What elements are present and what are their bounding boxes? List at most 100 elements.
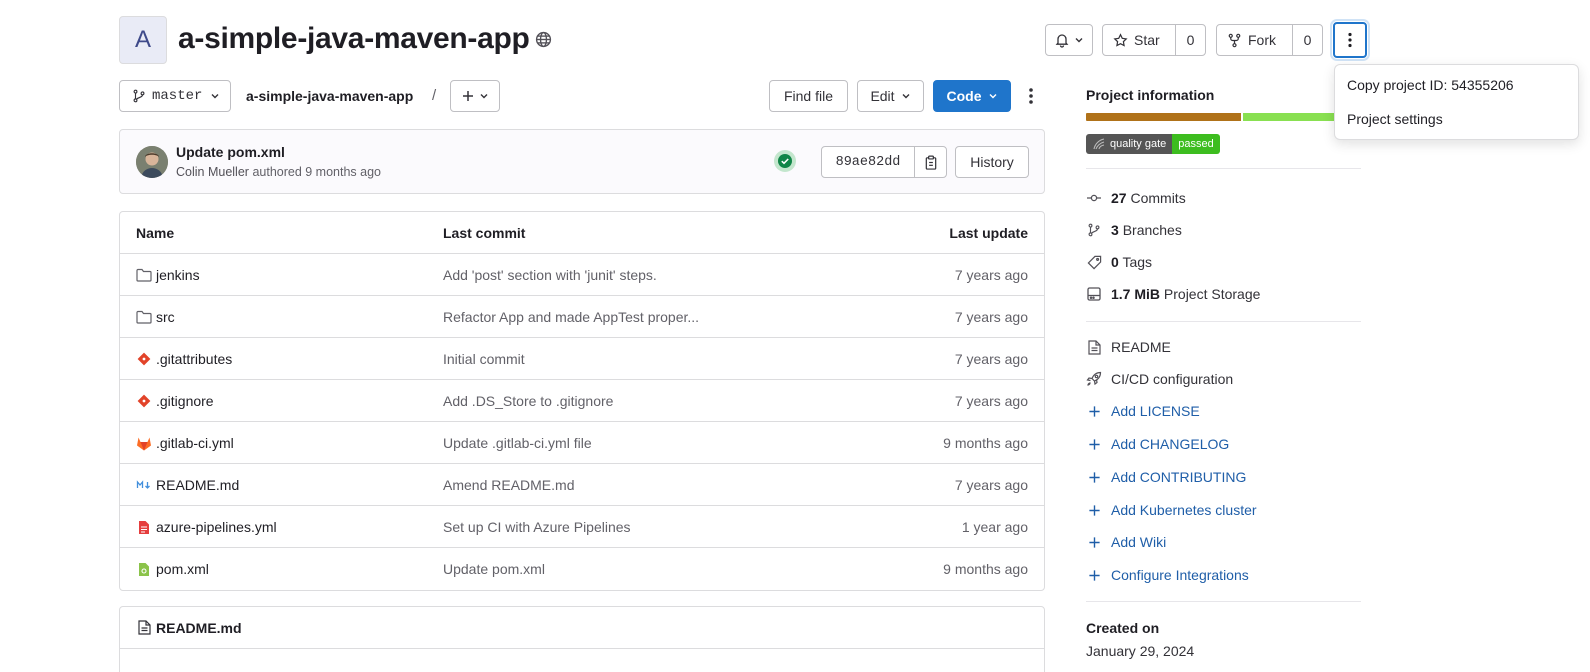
- markdown-icon: [136, 477, 152, 493]
- sidebar-add-license[interactable]: Add LICENSE: [1086, 401, 1200, 421]
- add-license-label: Add LICENSE: [1111, 403, 1200, 419]
- language-bar-java[interactable]: [1086, 113, 1241, 121]
- sidebar-cicd-configuration[interactable]: CI/CD configuration: [1086, 369, 1233, 389]
- notification-button[interactable]: [1045, 24, 1093, 56]
- menu-item-project-settings[interactable]: Project settings: [1347, 111, 1443, 127]
- fork-icon: [1227, 33, 1242, 48]
- divider: [1086, 601, 1361, 602]
- sidebar-tags[interactable]: 0 Tags: [1086, 252, 1152, 272]
- commit-sha-group: 89ae82dd: [821, 146, 947, 178]
- file-name[interactable]: .gitlab-ci.yml: [156, 435, 234, 451]
- file-last-commit[interactable]: Initial commit: [443, 338, 525, 380]
- sidebar-configure-integrations[interactable]: Configure Integrations: [1086, 565, 1249, 585]
- file-last-commit[interactable]: Update .gitlab-ci.yml file: [443, 422, 592, 464]
- table-row: .gitignore Add .DS_Store to .gitignore 7…: [120, 379, 1044, 421]
- sidebar-readme[interactable]: README: [1086, 337, 1171, 357]
- file-name[interactable]: src: [156, 309, 175, 325]
- menu-item-copy-project-id[interactable]: Copy project ID: 54355206: [1347, 77, 1514, 93]
- file-last-commit[interactable]: Add .DS_Store to .gitignore: [443, 380, 613, 422]
- plus-icon: [461, 89, 475, 103]
- sidebar-storage[interactable]: 1.7 MiB Project Storage: [1086, 284, 1260, 304]
- file-last-commit[interactable]: Amend README.md: [443, 464, 574, 506]
- divider: [1086, 168, 1361, 169]
- globe-icon: [535, 31, 552, 48]
- author-avatar[interactable]: [136, 146, 168, 178]
- gitlab-icon: [136, 435, 152, 451]
- fork-label: Fork: [1248, 32, 1276, 48]
- file-last-update: 9 months ago: [943, 435, 1028, 451]
- sidebar-add-changelog[interactable]: Add CHANGELOG: [1086, 434, 1229, 454]
- file-last-commit[interactable]: Update pom.xml: [443, 548, 545, 590]
- project-avatar: A: [119, 16, 167, 64]
- commit-icon: [1086, 190, 1102, 206]
- plus-icon: [1086, 403, 1102, 419]
- branch-selector[interactable]: master: [119, 80, 231, 112]
- readme-title[interactable]: README.md: [156, 620, 242, 636]
- readme-panel: README.md: [119, 606, 1045, 672]
- sidebar-cicd-label: CI/CD configuration: [1111, 371, 1234, 387]
- copy-sha-button[interactable]: [915, 147, 946, 177]
- file-last-update: 7 years ago: [954, 309, 1028, 325]
- file-name[interactable]: .gitignore: [156, 393, 214, 409]
- storage-label: Project Storage: [1163, 286, 1261, 302]
- column-header-last-update: Last update: [949, 225, 1028, 241]
- branches-count: 3: [1111, 222, 1119, 238]
- commit-title[interactable]: Update pom.xml: [176, 144, 285, 160]
- find-file-button[interactable]: Find file: [769, 80, 848, 112]
- edit-button[interactable]: Edit: [857, 80, 924, 112]
- add-contributing-label: Add CONTRIBUTING: [1111, 469, 1247, 485]
- project-title[interactable]: a-simple-java-maven-app: [178, 19, 530, 59]
- commit-author[interactable]: Colin Mueller: [176, 165, 249, 179]
- file-last-commit[interactable]: Add 'post' section with 'junit' steps.: [443, 254, 657, 296]
- git-icon: [136, 393, 152, 409]
- file-name[interactable]: README.md: [156, 477, 239, 493]
- fork-button[interactable]: Fork 0: [1216, 24, 1323, 56]
- sidebar-add-kubernetes-cluster[interactable]: Add Kubernetes cluster: [1086, 500, 1257, 520]
- file-last-update: 7 years ago: [954, 477, 1028, 493]
- history-button[interactable]: History: [955, 146, 1029, 178]
- branch-icon: [132, 89, 146, 103]
- configure-integrations-label: Configure Integrations: [1111, 567, 1249, 583]
- plus-icon: [1086, 534, 1102, 550]
- git-icon: [136, 351, 152, 367]
- file-table: Name Last commit Last update jenkins Add…: [119, 211, 1045, 591]
- chevron-down-icon: [210, 91, 220, 101]
- file-name[interactable]: azure-pipelines.yml: [156, 519, 277, 535]
- table-row: README.md Amend README.md 7 years ago: [120, 463, 1044, 505]
- branch-icon: [1086, 222, 1102, 238]
- language-bar[interactable]: [1086, 113, 1361, 121]
- sidebar-branches[interactable]: 3 Branches: [1086, 220, 1182, 240]
- fork-count[interactable]: 0: [1304, 32, 1312, 48]
- rocket-icon: [1086, 371, 1102, 387]
- file-last-commit[interactable]: Refactor App and made AppTest proper...: [443, 296, 699, 338]
- file-last-commit[interactable]: Set up CI with Azure Pipelines: [443, 506, 631, 548]
- file-name[interactable]: pom.xml: [156, 561, 209, 577]
- add-k8s-label: Add Kubernetes cluster: [1111, 502, 1257, 518]
- file-name[interactable]: jenkins: [156, 267, 200, 283]
- sidebar-add-contributing[interactable]: Add CONTRIBUTING: [1086, 467, 1246, 487]
- star-label: Star: [1134, 32, 1160, 48]
- add-wiki-label: Add Wiki: [1111, 534, 1167, 550]
- commits-label: Commits: [1130, 190, 1186, 206]
- add-to-tree-button[interactable]: [450, 80, 500, 112]
- more-actions-button[interactable]: [1333, 22, 1367, 58]
- copy-icon: [924, 155, 938, 170]
- commit-sha[interactable]: 89ae82dd: [822, 147, 915, 177]
- table-row: src Refactor App and made AppTest proper…: [120, 295, 1044, 337]
- created-on-date: January 29, 2024: [1086, 643, 1195, 659]
- pipeline-status[interactable]: [774, 150, 796, 172]
- quality-gate-badge[interactable]: quality gate passed: [1086, 134, 1220, 154]
- file-name[interactable]: .gitattributes: [156, 351, 232, 367]
- star-count[interactable]: 0: [1187, 32, 1195, 48]
- star-button[interactable]: Star 0: [1102, 24, 1206, 56]
- sidebar-add-wiki[interactable]: Add Wiki: [1086, 532, 1166, 552]
- table-row: .gitlab-ci.yml Update .gitlab-ci.yml fil…: [120, 421, 1044, 463]
- code-button[interactable]: Code: [933, 80, 1011, 112]
- commit-meta: Colin Mueller authored 9 months ago: [176, 165, 381, 179]
- sidebar-commits[interactable]: 27 Commits: [1086, 188, 1186, 208]
- breadcrumb-project[interactable]: a-simple-java-maven-app: [246, 88, 413, 104]
- tree-kebab-icon[interactable]: [1021, 86, 1041, 106]
- divider: [1086, 321, 1361, 322]
- column-header-last-commit: Last commit: [443, 225, 526, 241]
- project-avatar-letter: A: [134, 26, 151, 53]
